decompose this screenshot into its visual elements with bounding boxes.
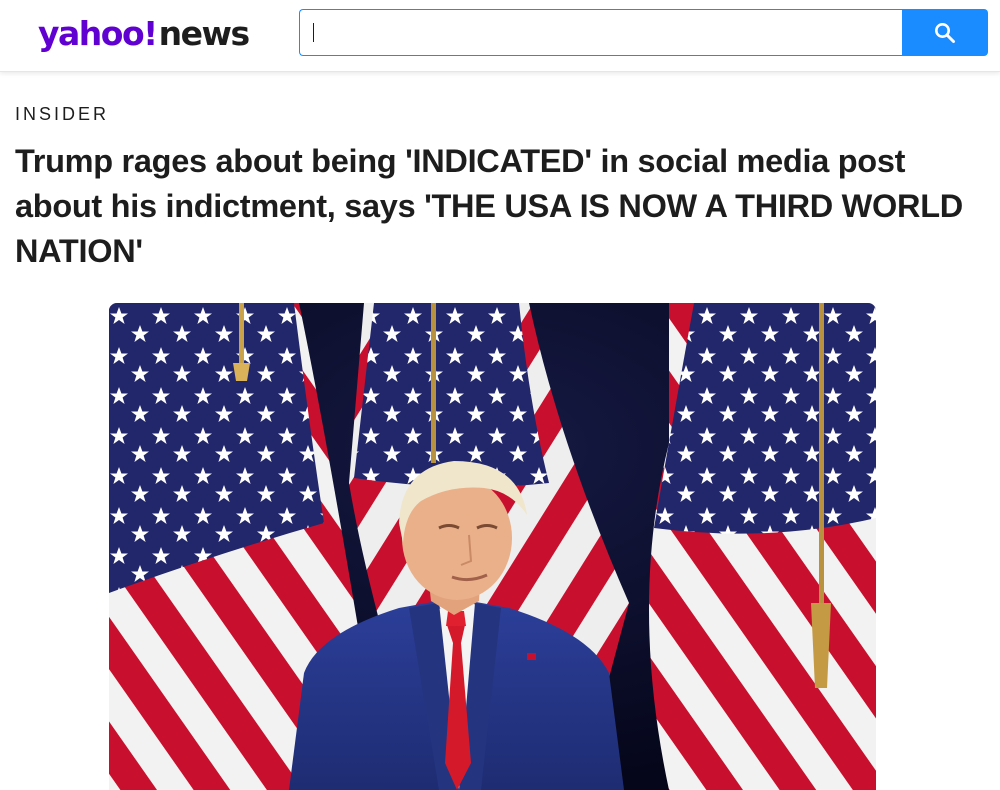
search-box[interactable] xyxy=(299,9,903,56)
text-caret xyxy=(313,23,314,42)
search-input[interactable] xyxy=(300,10,903,55)
article-hero-image[interactable] xyxy=(109,303,876,790)
article-headline: Trump rages about being 'INDICATED' in s… xyxy=(15,143,963,269)
publisher-name[interactable]: INSIDER xyxy=(15,103,109,125)
search-button[interactable] xyxy=(902,9,988,56)
logo-product: news xyxy=(158,14,251,53)
search-icon xyxy=(935,22,955,43)
hero-image-illustration xyxy=(109,303,876,790)
logo-brand: yahoo! xyxy=(38,14,158,53)
yahoo-news-logo[interactable]: yahoo! news xyxy=(38,12,251,56)
top-bar: yahoo! news xyxy=(0,0,1000,72)
